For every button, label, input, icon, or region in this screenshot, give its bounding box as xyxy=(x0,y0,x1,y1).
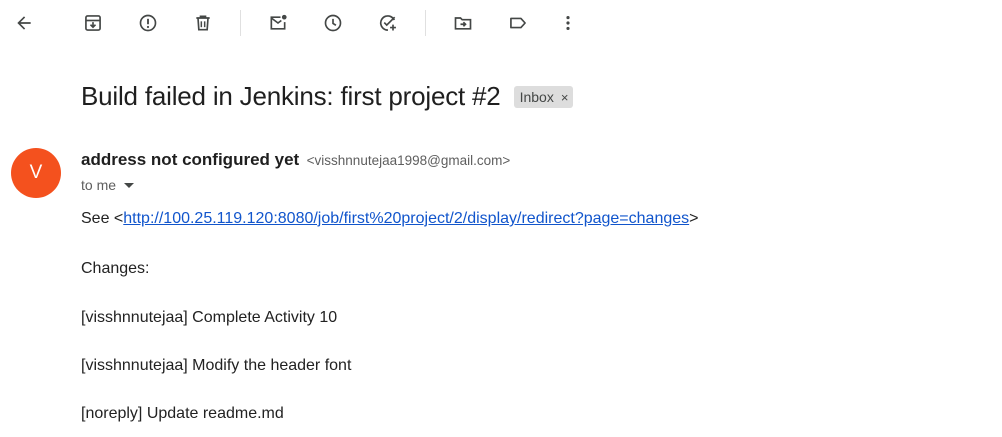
message-toolbar xyxy=(0,0,1002,46)
delete-button[interactable] xyxy=(183,3,223,43)
add-task-button[interactable] xyxy=(368,3,408,43)
archive-icon xyxy=(85,15,101,31)
move-to-button[interactable] xyxy=(443,3,483,43)
recipient-details-toggle[interactable]: to me xyxy=(81,177,135,193)
avatar-initial: V xyxy=(29,162,43,183)
trash-icon xyxy=(196,15,210,31)
subject-row: Build failed in Jenkins: first project #… xyxy=(81,78,574,114)
inbox-label-chip[interactable]: Inbox × xyxy=(513,86,574,108)
labels-button[interactable] xyxy=(498,3,538,43)
changes-heading: Changes: xyxy=(81,260,150,277)
back-button[interactable] xyxy=(4,3,44,43)
recipient-text: to me xyxy=(81,177,117,193)
change-item: [visshnnutejaa] Modify the header font xyxy=(81,357,352,374)
caret-down-icon xyxy=(124,182,135,188)
sender-email: <visshnnutejaa1998@gmail.com> xyxy=(306,153,511,168)
body-see-line: See <http://100.25.119.120:8080/job/firs… xyxy=(81,210,698,228)
sender-line: address not configured yet <visshnnuteja… xyxy=(81,150,510,170)
arrow-back-icon xyxy=(17,16,31,30)
folder-move-icon xyxy=(454,17,472,30)
clock-icon xyxy=(324,14,342,32)
more-vert-icon xyxy=(566,16,570,30)
snooze-button[interactable] xyxy=(313,3,353,43)
toolbar-divider xyxy=(240,10,241,36)
label-icon xyxy=(510,17,526,29)
sender-avatar[interactable]: V xyxy=(11,148,61,198)
see-suffix: > xyxy=(689,210,699,227)
toolbar-divider xyxy=(425,10,426,36)
change-item: [noreply] Update readme.md xyxy=(81,405,284,422)
more-button[interactable] xyxy=(548,3,588,43)
mark-unread-icon xyxy=(270,14,287,30)
change-item: [visshnnutejaa] Complete Activity 10 xyxy=(81,309,338,326)
see-prefix: See < xyxy=(81,210,124,227)
mark-unread-button[interactable] xyxy=(258,3,298,43)
add-task-icon xyxy=(379,15,396,31)
changes-link[interactable]: http://100.25.119.120:8080/job/first%20p… xyxy=(123,210,689,227)
report-spam-icon xyxy=(139,14,157,32)
report-spam-button[interactable] xyxy=(128,3,168,43)
email-subject: Build failed in Jenkins: first project #… xyxy=(81,81,501,111)
sender-name[interactable]: address not configured yet xyxy=(81,150,299,169)
archive-button[interactable] xyxy=(73,3,113,43)
label-chip-text: Inbox xyxy=(519,89,554,105)
remove-label-button[interactable]: × xyxy=(561,90,569,105)
